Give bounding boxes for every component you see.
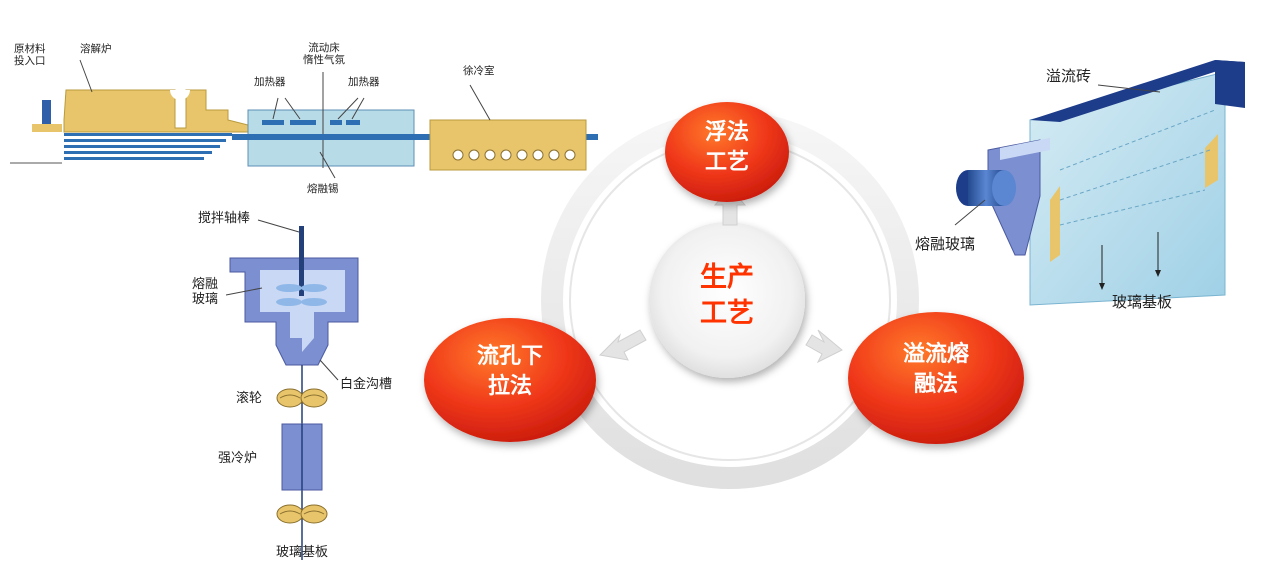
diagram-canvas [10, 59, 1245, 560]
stir-rod [299, 226, 304, 296]
molten-tin-label: 熔融锡 [307, 183, 339, 195]
melting-furnace [63, 89, 249, 133]
downdraw-method-line-1: 流孔下 [476, 344, 543, 369]
heater-label-left: 加热器 [254, 76, 286, 88]
raw-material-inlet-line-1: 原材料 [14, 43, 46, 55]
cooling-furnace-label: 强冷炉 [218, 451, 258, 466]
molten-glass-line-1: 熔融 [192, 277, 219, 292]
melting-furnace-label: 溶解炉 [80, 43, 112, 55]
annealing-label: 徐冷室 [463, 65, 495, 77]
raw-material-hopper [42, 100, 51, 124]
fusion-substrate-label: 玻璃基板 [1112, 293, 1173, 311]
center-label-line-2: 工艺 [700, 298, 754, 330]
fluid-bed-label: 流动床 惰性气氛 [303, 42, 345, 66]
heater-3 [330, 120, 342, 125]
fusion-method-line-1: 溢流熔 [902, 342, 969, 367]
roller-label: 滚轮 [236, 391, 263, 406]
raw-material-pusher [32, 124, 62, 132]
fusion-process-diagram [954, 60, 1245, 306]
fusion-molten-glass-label: 熔融玻璃 [915, 235, 976, 253]
float-method-line-2: 工艺 [704, 149, 749, 175]
fusion-method-label[interactable]: 溢流熔 融法 [876, 340, 996, 399]
annealing-lehr [429, 119, 587, 171]
float-method-label[interactable]: 浮法 工艺 [677, 118, 777, 177]
downdraw-method-line-2: 拉法 [487, 373, 532, 399]
heater-2 [290, 120, 316, 125]
fluid-bed-line-2: 惰性气氛 [303, 54, 345, 67]
float-method-line-1: 浮法 [704, 120, 749, 145]
arrow-left [598, 329, 647, 361]
fluid-bed-line-1: 流动床 [308, 42, 340, 54]
center-label-line-1: 生产 [700, 262, 754, 293]
downdraw-substrate-label: 玻璃基板 [276, 545, 329, 560]
arrow-right [805, 329, 843, 364]
float-process-diagram [10, 59, 598, 179]
raw-material-inlet-line-2: 投入口 [14, 55, 46, 68]
downdraw-method-label[interactable]: 流孔下 拉法 [450, 342, 570, 401]
heater-1 [262, 120, 284, 125]
molten-glass-line-2: 玻璃 [192, 291, 219, 307]
fusion-method-line-2: 融法 [913, 371, 958, 397]
overflow-brick-label: 溢流砖 [1046, 67, 1092, 85]
center-label: 生产 工艺 [677, 260, 777, 333]
downdraw-process-diagram [225, 219, 359, 560]
heater-4 [346, 120, 360, 125]
platinum-trough-label: 白金沟槽 [340, 377, 393, 392]
molten-glass-label: 熔融 玻璃 [192, 277, 219, 308]
heater-label-right: 加热器 [348, 76, 380, 88]
raw-material-inlet-label: 原材料 投入口 [14, 43, 46, 67]
stir-rod-label: 搅拌轴棒 [198, 211, 251, 226]
molten-glass-layers [64, 133, 232, 160]
